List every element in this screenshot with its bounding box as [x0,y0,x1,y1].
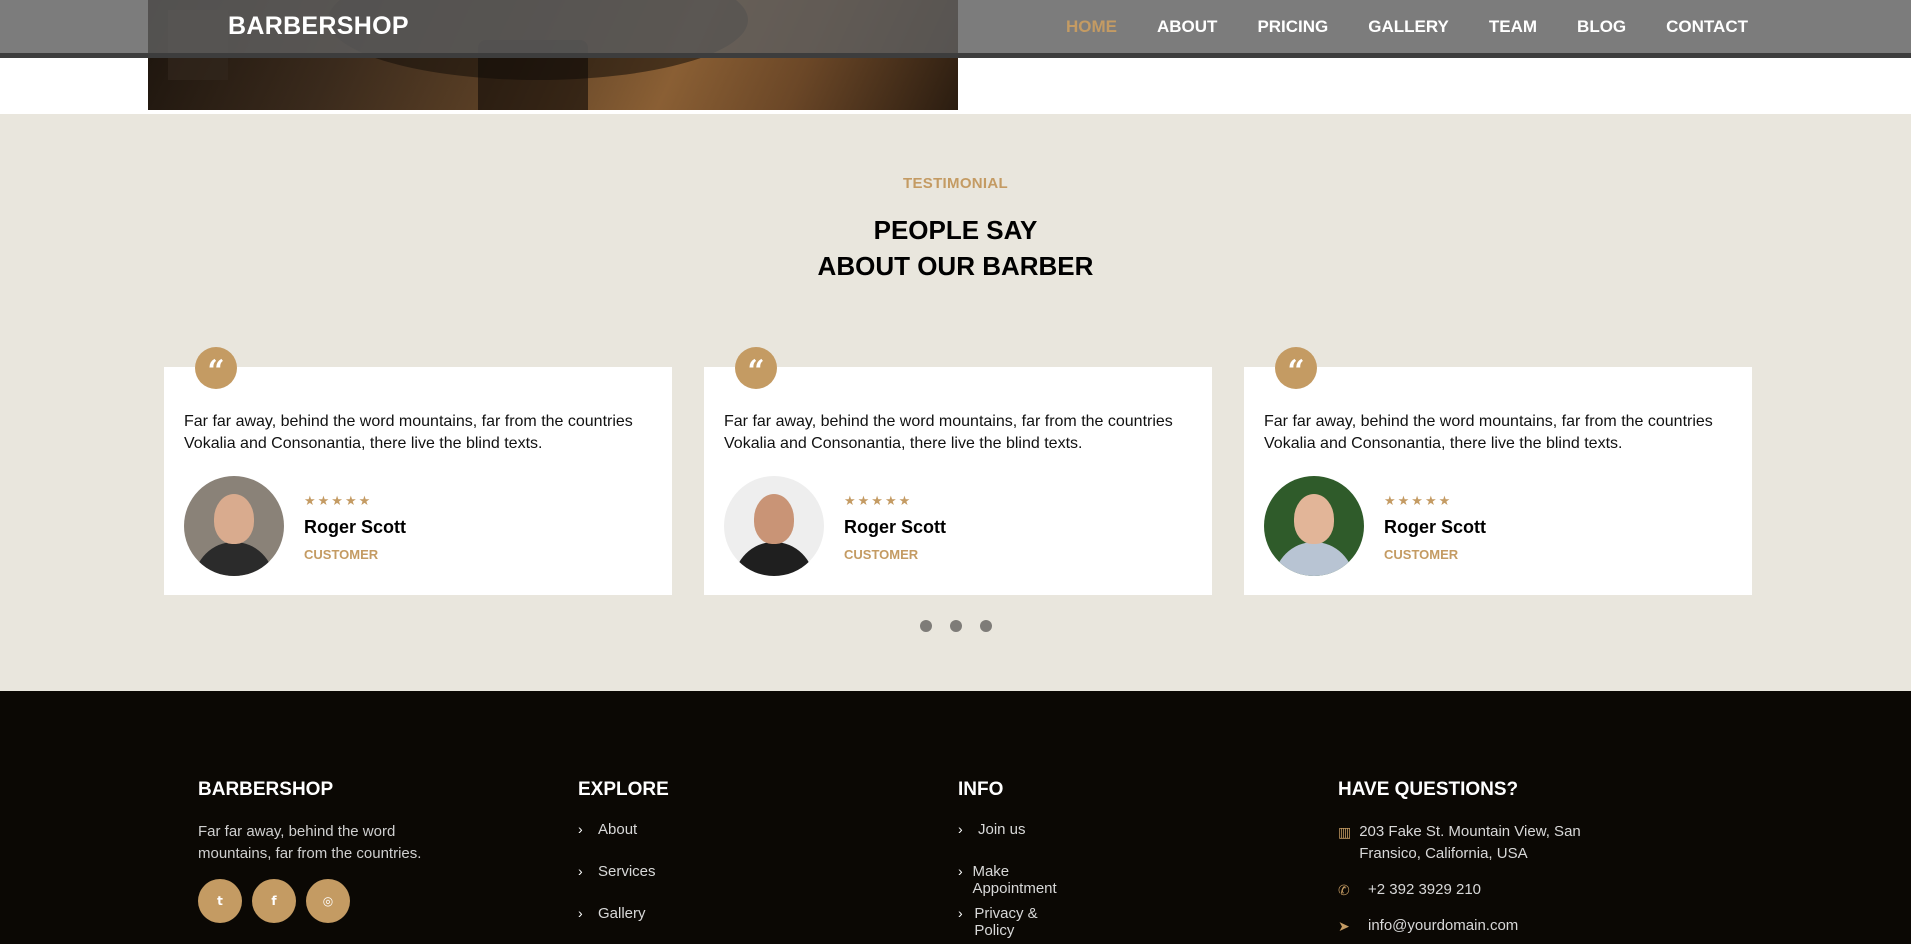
customer-role: CUSTOMER [844,547,919,562]
footer-link-privacy[interactable]: › Privacy & Policy [958,905,1062,944]
footer-link-appointment[interactable]: › Make Appointment [958,863,1062,905]
footer-link-about[interactable]: › About [578,821,656,863]
avatar [1264,476,1364,576]
chevron-right-icon: › [578,821,583,837]
rating-stars: ★★★★★ [1384,494,1453,509]
customer-role: CUSTOMER [1384,547,1459,562]
testimonial-card: “ Far far away, behind the word mountain… [1244,347,1752,595]
testimonial-section: TESTIMONIAL PEOPLE SAY ABOUT OUR BARBER … [0,114,1911,691]
footer-info-heading: INFO [958,779,1004,800]
footer-brand: BARBERSHOP [198,779,334,800]
nav-pricing[interactable]: PRICING [1257,17,1328,37]
quote-icon: “ [735,347,777,389]
map-icon: ▥ [1338,824,1352,840]
chevron-right-icon: › [958,821,963,837]
footer-questions: HAVE QUESTIONS? ▥ 203 Fake St. Mountain … [1338,779,1658,934]
heading-line-2: ABOUT OUR BARBER [817,251,1094,281]
rating-stars: ★★★★★ [844,494,913,509]
carousel-dot[interactable] [979,620,992,632]
chevron-right-icon: › [578,863,583,879]
email-text: info@yourdomain.com [1368,917,1519,934]
customer-name: Roger Scott [1384,517,1487,537]
rating-stars: ★★★★★ [304,494,373,509]
nav-home[interactable]: HOME [1066,17,1117,37]
navbar: BARBERSHOP HOME ABOUT PRICING GALLERY TE… [0,0,1911,58]
nav-about[interactable]: ABOUT [1157,17,1217,37]
footer-questions-heading: HAVE QUESTIONS? [1338,779,1519,800]
nav-gallery[interactable]: GALLERY [1368,17,1449,37]
chevron-right-icon: › [958,863,963,879]
carousel-dot[interactable] [949,620,962,632]
footer-link-gallery[interactable]: › Gallery [578,905,656,944]
avatar [724,476,824,576]
social-links: t f ◎ [198,879,350,923]
footer-about-text: Far far away, behind the word mountains,… [198,823,422,862]
facebook-icon[interactable]: f [252,879,296,923]
info-links: › Join us › Make Appointment › Privacy & Po… [958,821,1062,944]
nav-team[interactable]: TEAM [1489,17,1537,37]
testimonial-card: “ Far far away, behind the word mountain… [704,347,1212,595]
section-subheading: TESTIMONIAL [903,175,1008,192]
footer-link-services[interactable]: › Services [578,863,656,905]
carousel-dots [0,620,1911,632]
phone-icon: ✆ [1338,882,1350,898]
footer-explore-heading: EXPLORE [578,779,669,800]
paper-plane-icon: ➤ [1338,918,1350,934]
customer-name: Roger Scott [304,517,407,537]
main-nav: HOME ABOUT PRICING GALLERY TEAM BLOG CON… [1066,17,1748,37]
contact-address: ▥ 203 Fake St. Mountain View, San Fransi… [1338,821,1638,865]
testimonial-text: Far far away, behind the word mountains,… [1264,413,1713,452]
brand-logo[interactable]: BARBERSHOP [228,12,409,41]
instagram-icon[interactable]: ◎ [306,879,350,923]
chevron-right-icon: › [958,905,963,921]
nav-contact[interactable]: CONTACT [1666,17,1748,37]
twitter-icon[interactable]: t [198,879,242,923]
heading-line-1: PEOPLE SAY [873,215,1038,245]
contact-phone[interactable]: ✆ +2 392 3929 210 [1338,879,1481,901]
quote-icon: “ [195,347,237,389]
footer-info: INFO › Join us › Make Appointment › Privacy… [958,779,1057,939]
contact-email[interactable]: ➤ info@yourdomain.com [1338,915,1518,937]
nav-blog[interactable]: BLOG [1577,17,1626,37]
chevron-right-icon: › [578,905,583,921]
testimonial-text: Far far away, behind the word mountains,… [184,413,633,452]
customer-role: CUSTOMER [304,547,379,562]
quote-icon: “ [1275,347,1317,389]
explore-links: › About › Services › Gallery [578,821,656,944]
address-text: 203 Fake St. Mountain View, San Fransico… [1359,823,1581,862]
carousel-dot[interactable] [919,620,932,632]
testimonial-text: Far far away, behind the word mountains,… [724,413,1173,452]
avatar [184,476,284,576]
footer-explore: EXPLORE › About › Services › Gallery [578,779,669,922]
footer: BARBERSHOP Far far away, behind the word… [0,691,1911,944]
customer-name: Roger Scott [844,517,947,537]
phone-text: +2 392 3929 210 [1368,881,1482,898]
footer-about: BARBERSHOP Far far away, behind the word… [198,779,421,923]
footer-link-join[interactable]: › Join us [958,821,1062,863]
testimonial-card: “ Far far away, behind the word mountain… [164,347,672,595]
section-heading: PEOPLE SAY ABOUT OUR BARBER [0,212,1911,284]
